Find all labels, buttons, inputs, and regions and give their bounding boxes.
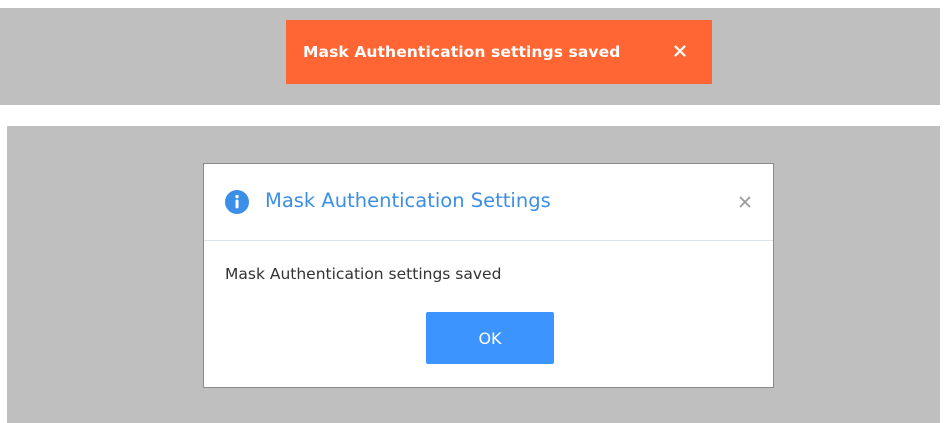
settings-dialog: Mask Authentication Settings Mask Authen… — [203, 163, 774, 388]
toast-close-button[interactable] — [671, 42, 689, 60]
toast-notification: Mask Authentication settings saved — [286, 20, 712, 84]
close-icon — [674, 45, 686, 57]
ok-button[interactable]: OK — [426, 312, 554, 364]
dialog-header: Mask Authentication Settings — [204, 164, 773, 241]
modal-backdrop: Mask Authentication Settings Mask Authen… — [7, 126, 940, 423]
dialog-close-button[interactable] — [737, 194, 753, 210]
toast-panel: Mask Authentication settings saved — [0, 8, 940, 105]
info-icon — [225, 190, 249, 214]
toast-message: Mask Authentication settings saved — [303, 43, 621, 61]
dialog-title: Mask Authentication Settings — [265, 189, 551, 212]
close-icon — [739, 196, 751, 208]
dialog-message: Mask Authentication settings saved — [225, 265, 502, 283]
